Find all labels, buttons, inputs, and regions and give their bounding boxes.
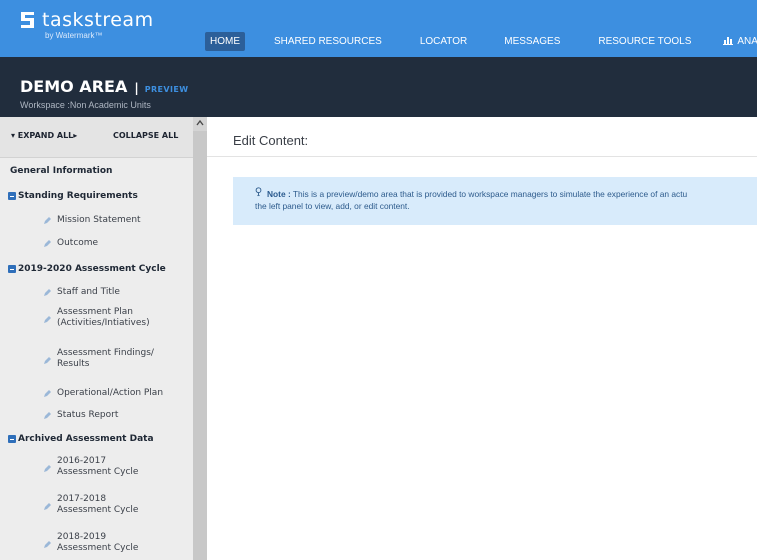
edit-pencil-icon [44, 390, 51, 397]
tree-item-label: Status Report [57, 410, 119, 420]
section-label: 2019-2020 Assessment Cycle [18, 264, 166, 274]
demo-area-title: DEMO AREA [20, 77, 128, 96]
collapse-minus-icon[interactable] [8, 265, 16, 273]
brand-tagline: by Watermark™ [45, 31, 103, 40]
nav-home[interactable]: HOME [205, 32, 245, 51]
title-separator: | [134, 81, 139, 95]
tree-item-assessment-findings[interactable]: Assessment Findings/ Results [0, 348, 193, 374]
edit-pencil-icon [44, 240, 51, 247]
page-title: DEMO AREA | PREVIEW [20, 77, 188, 96]
preview-note-banner: Note : This is a preview/demo area that … [233, 177, 757, 225]
note-line-1: This is a preview/demo area that is prov… [292, 189, 688, 199]
collapse-all-button[interactable]: COLLAPSE ALL [113, 131, 178, 140]
brand-name: taskstream [42, 9, 154, 31]
workspace-label: Workspace :Non Academic Units [20, 100, 151, 110]
main-content: Edit Content: Note : This is a preview/d… [207, 117, 757, 560]
tree-item-2017-2018-cycle[interactable]: 2017-2018 Assessment Cycle [0, 494, 193, 520]
edit-pencil-icon [44, 465, 51, 472]
tree-item-label: Operational/Action Plan [57, 388, 164, 398]
tree-controls: ▾ EXPAND ALL▸ COLLAPSE ALL [0, 117, 193, 158]
tree-item-label: 2017-2018 Assessment Cycle [57, 494, 139, 515]
edit-pencil-icon [44, 217, 51, 224]
edit-content-title: Edit Content: [233, 133, 309, 148]
main-nav: HOME SHARED RESOURCES LOCATOR MESSAGES R… [205, 32, 757, 51]
expand-all-button[interactable]: ▾ EXPAND ALL▸ [11, 131, 77, 140]
nav-analytics[interactable]: ANALYTICS [719, 32, 757, 51]
tree-item-2016-2017-cycle[interactable]: 2016-2017 Assessment Cycle [0, 456, 193, 482]
edit-pencil-icon [44, 289, 51, 296]
tree-item-label: Assessment Findings/ Results [57, 348, 154, 369]
taskstream-logo-icon [21, 12, 34, 28]
tree-item-label: Staff and Title [57, 287, 120, 297]
edit-pencil-icon [44, 357, 51, 364]
tree-item-assessment-plan[interactable]: Assessment Plan (Activities/Intiatives) [0, 307, 193, 333]
collapse-minus-icon[interactable] [8, 435, 16, 443]
left-panel: ▾ EXPAND ALL▸ COLLAPSE ALL General Infor… [0, 117, 193, 560]
note-line-2: the left panel to view, add, or edit con… [255, 201, 410, 211]
section-label: Standing Requirements [18, 191, 138, 201]
sidebar-scrollbar-thumb[interactable] [193, 131, 207, 560]
tree-item-label: 2018-2019 Assessment Cycle [57, 532, 139, 553]
tree-item-label: Outcome [57, 238, 99, 248]
edit-pencil-icon [44, 316, 51, 323]
edit-pencil-icon [44, 412, 51, 419]
note-label: Note : [267, 189, 291, 199]
lightbulb-icon [255, 187, 262, 197]
nav-messages[interactable]: MESSAGES [500, 32, 564, 51]
nav-analytics-label: ANALYTICS [737, 36, 757, 47]
tree-item-general-information[interactable]: General Information [10, 166, 190, 176]
nav-resource-tools[interactable]: RESOURCE TOOLS [594, 32, 695, 51]
edit-pencil-icon [44, 503, 51, 510]
nav-locator[interactable]: LOCATOR [416, 32, 471, 51]
edit-pencil-icon [44, 541, 51, 548]
note-text: Note : This is a preview/demo area that … [255, 188, 757, 212]
tree-item-2018-2019-cycle[interactable]: 2018-2019 Assessment Cycle [0, 532, 193, 558]
tree-item-label: Assessment Plan (Activities/Intiatives) [57, 307, 150, 328]
tree-item-label: 2016-2017 Assessment Cycle [57, 456, 139, 477]
taskstream-page: taskstream by Watermark™ HOME SHARED RES… [0, 0, 757, 560]
nav-shared-resources[interactable]: SHARED RESOURCES [270, 32, 386, 51]
bar-chart-icon [723, 37, 734, 45]
divider [207, 156, 757, 157]
tree-item-label: Mission Statement [57, 215, 141, 225]
top-nav-bar: taskstream by Watermark™ HOME SHARED RES… [0, 0, 757, 57]
scroll-up-arrow-icon[interactable] [195, 119, 205, 127]
section-label: Archived Assessment Data [18, 434, 154, 444]
taskstream-logo[interactable]: taskstream by Watermark™ [18, 10, 154, 40]
preview-badge: PREVIEW [144, 85, 189, 94]
collapse-minus-icon[interactable] [8, 192, 16, 200]
workspace-header: DEMO AREA | PREVIEW Workspace :Non Acade… [0, 57, 757, 117]
